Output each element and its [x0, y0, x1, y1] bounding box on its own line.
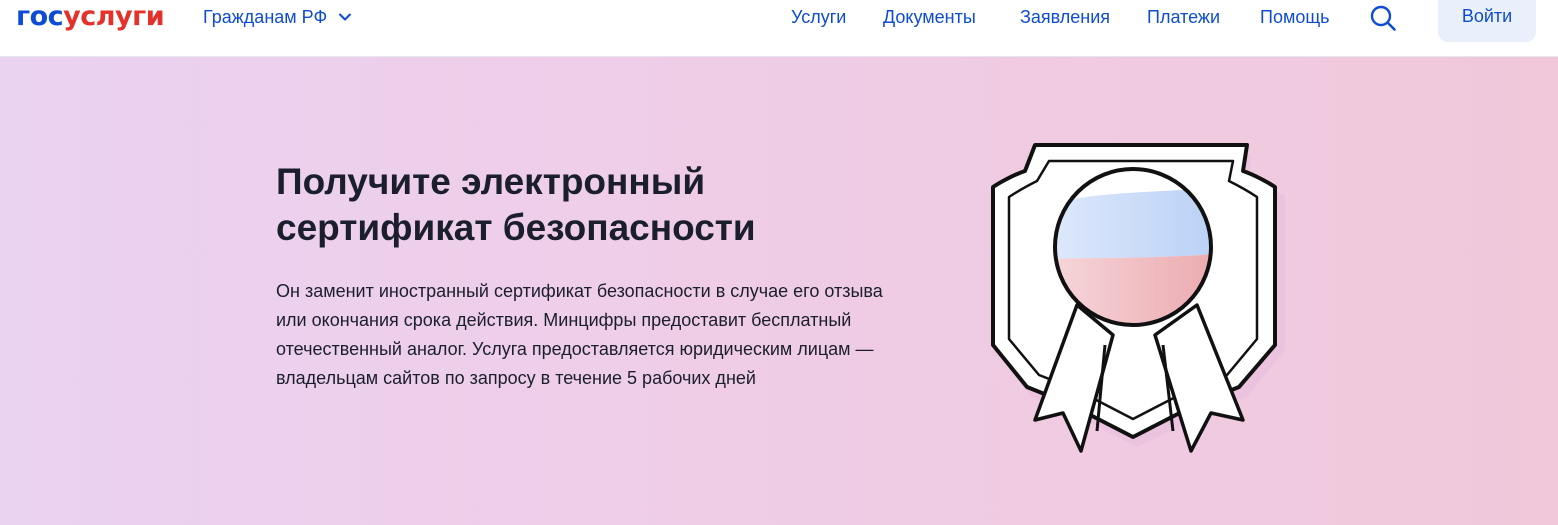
login-button[interactable]: Войти	[1438, 0, 1536, 42]
hero-banner: Получите электронный сертификат безопасн…	[0, 57, 1558, 525]
certificate-badge-icon	[991, 143, 1285, 453]
region-label: Гражданам РФ	[203, 7, 328, 27]
nav-applications[interactable]: Заявления	[1020, 0, 1110, 34]
logo-part-uslugi: услуги	[63, 1, 165, 32]
logo-part-gos: гос	[16, 1, 64, 32]
hero-description: Он заменит иностранный сертификат безопа…	[276, 281, 883, 388]
nav-help[interactable]: Помощь	[1260, 0, 1330, 34]
site-header: госуслуги Гражданам РФ Услуги Документы …	[0, 0, 1558, 57]
nav-documents[interactable]: Документы	[883, 0, 976, 34]
nav-services[interactable]: Услуги	[791, 0, 846, 34]
chevron-down-icon	[339, 13, 352, 21]
hero-title: Получите электронный сертификат безопасн…	[276, 161, 756, 248]
region-selector[interactable]: Гражданам РФ	[203, 0, 353, 34]
search-icon[interactable]	[1369, 4, 1397, 32]
nav-payments[interactable]: Платежи	[1147, 0, 1220, 34]
gosuslugi-logo[interactable]: госуслуги	[16, 0, 165, 34]
